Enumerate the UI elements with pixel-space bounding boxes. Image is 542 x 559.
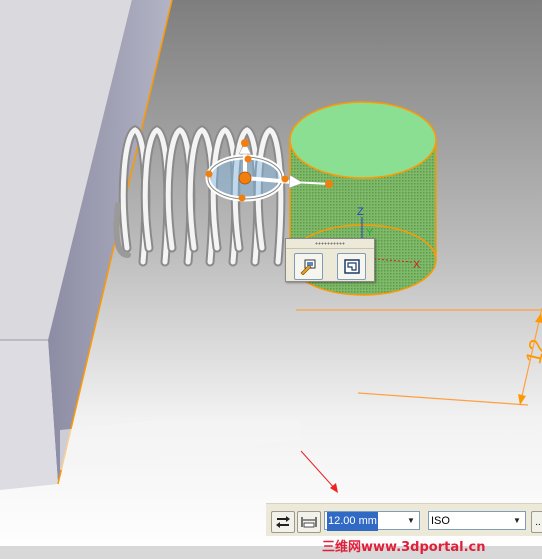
standard-select-value: ISO <box>431 515 450 527</box>
watermark-text: 三维网www.3dportal.cn <box>322 540 486 555</box>
swap-direction-button[interactable] <box>271 511 295 533</box>
dimension-value-input[interactable]: 12.00 mm <box>327 512 378 531</box>
extrude-profile-icon <box>343 259 360 274</box>
wheel-origin-knob[interactable] <box>238 171 252 185</box>
sketch-plane-button[interactable] <box>294 253 323 280</box>
cad-viewport[interactable]: Z Y X 12 12.00 mm ▼ ISO ▼ .. 三维网www.3dpo… <box>0 0 542 559</box>
extrude-profile-button[interactable] <box>337 253 366 280</box>
more-options-button[interactable]: .. <box>531 511 542 533</box>
axis-x-label: X <box>413 259 421 271</box>
chevron-down-icon[interactable]: ▼ <box>403 512 419 529</box>
dimension-input-bar[interactable]: 12.00 mm ▼ ISO ▼ .. <box>266 503 542 536</box>
swap-direction-icon <box>276 516 290 528</box>
more-options-label: .. <box>535 516 541 528</box>
wall-front-face <box>0 340 58 490</box>
measure-distance-icon <box>301 517 317 528</box>
wheel-knob-upper[interactable] <box>244 155 252 163</box>
axis-z-label: Z <box>357 206 364 218</box>
measure-distance-button[interactable] <box>297 511 321 533</box>
wheel-knob-top[interactable] <box>241 139 249 147</box>
standard-select[interactable]: ISO ▼ <box>428 511 526 530</box>
chevron-down-icon[interactable]: ▼ <box>509 512 525 529</box>
wheel-knob-left[interactable] <box>205 170 213 178</box>
wheel-knob-bottom[interactable] <box>238 194 246 202</box>
wheel-knob-right[interactable] <box>281 175 289 183</box>
dimension-value-combo[interactable]: 12.00 mm ▼ <box>324 511 420 531</box>
cylinder-top-face[interactable] <box>289 101 437 179</box>
wheel-knob-tip[interactable] <box>325 180 333 188</box>
3d-scene[interactable]: Z Y X 12 <box>0 0 542 559</box>
mini-toolbar[interactable] <box>285 238 375 282</box>
mini-toolbar-grip[interactable] <box>286 239 374 249</box>
sketch-plane-icon <box>300 259 315 275</box>
